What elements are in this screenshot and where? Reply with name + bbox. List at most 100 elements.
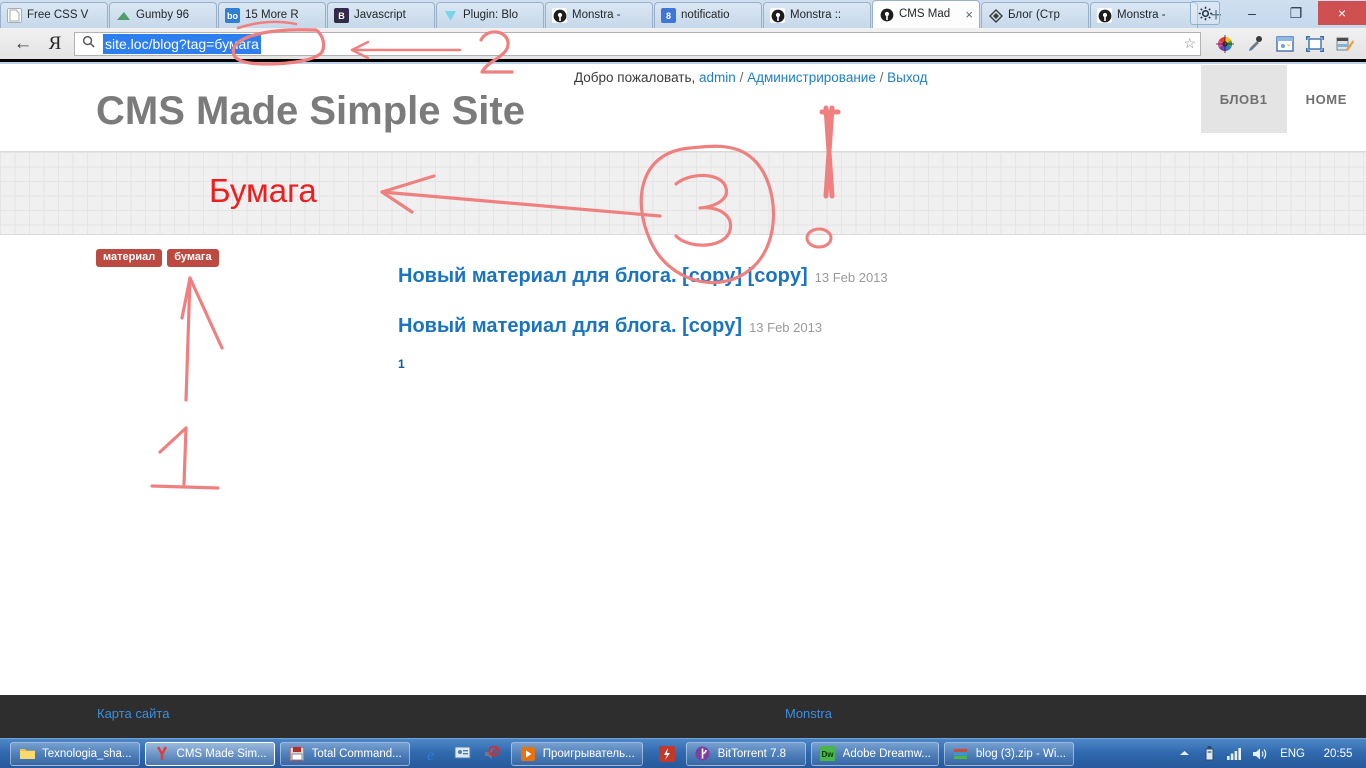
tag-badge-material[interactable]: материал — [96, 249, 162, 267]
tag-badge-bumaga[interactable]: бумага — [167, 249, 218, 267]
screen-capture-icon[interactable] — [1305, 34, 1324, 53]
window-capture-icon[interactable] — [1275, 34, 1294, 53]
gumby-icon — [116, 8, 131, 23]
main-navigation: БЛОВ1 HOME — [1201, 65, 1366, 133]
administration-link[interactable]: Администрирование — [747, 70, 876, 85]
maximize-button[interactable]: ❐ — [1274, 1, 1318, 25]
browser-tab[interactable]: Plugin: Blo — [436, 2, 544, 28]
network-icon[interactable] — [1226, 746, 1242, 762]
taskbar-item-label: Texnologia_sha... — [42, 748, 132, 760]
yandex-browser-icon — [153, 745, 171, 763]
taskbar-item-cms-made-simple[interactable]: CMS Made Sim... — [145, 742, 275, 766]
web-page: Добро пожаловать, admin / Администрирова… — [0, 65, 1366, 738]
bootstrap-icon: B — [334, 8, 349, 23]
post-item: Новый материал для блога. [copy] 13 Feb 2… — [398, 315, 888, 338]
tab-label: 15 More R — [245, 8, 319, 23]
nav-item-home[interactable]: HOME — [1287, 65, 1366, 133]
taskbar-item-bittorrent[interactable]: BitTorrent 7.8 — [686, 742, 806, 766]
color-wheel-icon[interactable] — [1215, 34, 1234, 53]
banner-title: Бумага — [209, 172, 317, 210]
screen: Free CSS V Gumby 96 bo 15 More R B Javas… — [0, 0, 1366, 768]
plugin-icon — [443, 8, 458, 23]
pagination-current-page[interactable]: 1 — [398, 357, 405, 371]
contacts-icon[interactable] — [454, 745, 472, 763]
post-title-link[interactable]: Новый материал для блога. [copy] [copy] — [398, 265, 808, 287]
monstra-icon — [1097, 8, 1112, 23]
taskbar-item-label: Adobe Dreamw... — [843, 748, 931, 760]
total-commander-icon — [288, 745, 306, 763]
browser-tab-active[interactable]: CMS Mad × — [872, 0, 980, 28]
browser-tab[interactable]: Monstra - — [1090, 2, 1198, 28]
site-title: CMS Made Simple Site — [96, 89, 525, 134]
browser-tab[interactable]: B Javascript — [327, 2, 435, 28]
taskbar-item-label: BitTorrent 7.8 — [718, 748, 786, 760]
browser-tab[interactable]: Monstra - — [545, 2, 653, 28]
separator: / — [880, 70, 884, 85]
taskbar-item-label: CMS Made Sim... — [177, 748, 267, 760]
taskbar-item-total-commander[interactable]: Total Command... — [280, 742, 410, 766]
volume-icon[interactable] — [1251, 746, 1267, 762]
star-icon[interactable]: ☆ — [1183, 35, 1196, 52]
document-icon — [7, 8, 22, 23]
browser-tab[interactable]: bo 15 More R — [218, 2, 326, 28]
welcome-greeting: Добро пожаловать, — [574, 70, 695, 85]
page-footer: Карта сайта Monstra — [0, 695, 1366, 738]
welcome-bar: Добро пожаловать, admin / Администрирова… — [574, 70, 928, 85]
chevron-up-icon[interactable] — [1176, 746, 1192, 762]
taskbar-item-media-player[interactable]: Проигрыватель... — [511, 742, 643, 766]
taskbar-item-label: blog (3).zip - Wi... — [976, 748, 1066, 760]
eyedropper-icon[interactable] — [1245, 34, 1264, 53]
page-banner: Бумага — [0, 151, 1366, 235]
post-title-link[interactable]: Новый материал для блога. [copy] — [398, 315, 742, 337]
yandex-logo-icon[interactable]: Я — [40, 33, 70, 55]
flash-icon[interactable] — [658, 745, 676, 763]
svg-text:Dw: Dw — [822, 750, 835, 759]
tab-label: CMS Mad — [899, 7, 963, 22]
logout-link[interactable]: Выход — [887, 70, 927, 85]
monstra-icon — [770, 8, 785, 23]
back-arrow-icon[interactable]: ← — [6, 33, 40, 55]
tab-strip: Free CSS V Gumby 96 bo 15 More R B Javas… — [0, 0, 1366, 28]
taskbar-item-dreamweaver[interactable]: Dw Adobe Dreamw... — [811, 742, 939, 766]
monstra-icon — [552, 8, 567, 23]
windows-taskbar: Texnologia_sha... CMS Made Sim... Total … — [0, 738, 1366, 768]
minimize-button[interactable]: – — [1230, 1, 1274, 25]
browser-tab[interactable]: 8 notificatio — [654, 2, 762, 28]
dreamweaver-icon: Dw — [819, 745, 837, 763]
gear-icon[interactable] — [1190, 1, 1220, 25]
ruler-icon[interactable] — [1335, 34, 1354, 53]
post-date: 13 Feb 2013 — [749, 320, 822, 335]
language-indicator[interactable]: ENG — [1280, 748, 1305, 760]
taskbar-item-texnologia[interactable]: Texnologia_sha... — [10, 742, 140, 766]
post-item: Новый материал для блога. [copy] [copy]1… — [398, 265, 888, 288]
browser-tab[interactable]: Блог (Стр — [981, 2, 1089, 28]
system-tray: ENG 20:55 — [1176, 746, 1366, 762]
no-sound-icon[interactable] — [483, 745, 501, 763]
tab-label: Plugin: Blo — [463, 8, 537, 23]
footer-sitemap-link[interactable]: Карта сайта — [97, 706, 169, 721]
pagination: 1 — [398, 355, 405, 373]
taskbar-clock[interactable]: 20:55 — [1318, 748, 1358, 760]
bittorrent-icon — [694, 745, 712, 763]
taskbar-item-winrar-blog-zip[interactable]: blog (3).zip - Wi... — [944, 742, 1074, 766]
site-header: Добро пожаловать, admin / Администрирова… — [0, 65, 1366, 151]
close-button[interactable]: × — [1318, 1, 1366, 25]
browser-tab[interactable]: Monstra :: — [763, 2, 871, 28]
browser-tab[interactable]: Free CSS V — [0, 2, 108, 28]
blog-icon — [988, 8, 1003, 23]
usb-icon[interactable] — [1201, 746, 1217, 762]
address-bar[interactable]: site.loc/blog?tag=бумага ☆ — [74, 32, 1201, 56]
admin-user-link[interactable]: admin — [699, 70, 736, 85]
url-input[interactable]: site.loc/blog?tag=бумага — [103, 34, 261, 54]
close-icon[interactable]: × — [965, 10, 973, 20]
nav-item-blog1[interactable]: БЛОВ1 — [1201, 65, 1287, 133]
tab-label: Monstra - — [572, 8, 646, 23]
internet-explorer-icon[interactable]: e — [425, 745, 443, 763]
footer-monstra-link[interactable]: Monstra — [785, 706, 832, 721]
bo-icon: bo — [225, 8, 240, 23]
taskbar-item-label: Проигрыватель... — [543, 748, 635, 760]
tab-label: Javascript — [354, 8, 428, 23]
browser-chrome: Free CSS V Gumby 96 bo 15 More R B Javas… — [0, 0, 1366, 64]
svg-text:e: e — [427, 747, 434, 763]
browser-tab[interactable]: Gumby 96 — [109, 2, 217, 28]
